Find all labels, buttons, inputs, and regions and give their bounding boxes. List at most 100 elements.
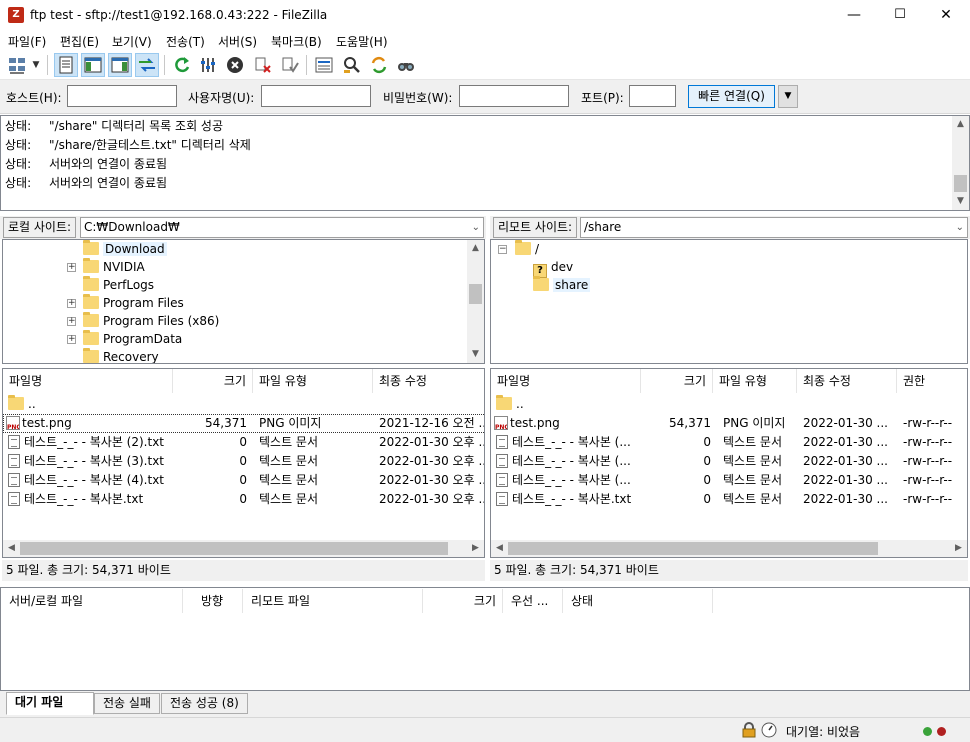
chevron-down-icon[interactable]: ⌄ (472, 218, 480, 237)
tree-item-recovery[interactable]: Recovery (83, 348, 159, 363)
png-file-icon: PNG (6, 416, 20, 430)
menu-help[interactable]: 도움말(H) (336, 33, 388, 50)
tree-item-download[interactable]: Download (83, 240, 167, 258)
scroll-down-icon[interactable]: ▼ (952, 193, 969, 210)
site-manager-icon[interactable] (5, 53, 29, 77)
port-label: 포트(P): (581, 91, 624, 105)
remote-path-combo[interactable]: /share ⌄ (580, 217, 968, 238)
filter-settings-icon[interactable] (196, 53, 220, 77)
queue-column-status[interactable]: 상태 (563, 589, 713, 613)
queue-column-local-file[interactable]: 서버/로컬 파일 (1, 589, 183, 613)
search-remote-files-icon[interactable] (394, 53, 418, 77)
scroll-right-icon[interactable]: ▶ (467, 540, 484, 557)
chevron-down-icon[interactable]: ⌄ (956, 218, 964, 237)
menu-bookmarks[interactable]: 북마크(B) (271, 33, 322, 50)
scroll-up-icon[interactable]: ▲ (952, 116, 969, 133)
menu-file[interactable]: 파일(F) (8, 33, 46, 50)
local-list-hscrollbar[interactable]: ◀ ▶ (3, 540, 484, 557)
file-row-parent[interactable]: .. (491, 395, 967, 414)
tree-item-share[interactable]: share (533, 276, 591, 294)
expand-icon[interactable]: + (67, 299, 76, 308)
local-tree-scrollbar[interactable]: ▲ ▼ (467, 240, 484, 363)
directory-listing-filters-icon[interactable] (312, 53, 336, 77)
remote-tree-toggle-icon[interactable] (108, 53, 132, 77)
speed-limit-icon[interactable] (761, 722, 777, 738)
remote-status-line: 5 파일. 총 크기: 54,371 바이트 (490, 560, 968, 581)
file-row-parent[interactable]: .. (3, 395, 484, 414)
scroll-right-icon[interactable]: ▶ (950, 540, 967, 557)
file-row[interactable]: 테스트_-_- - 복사본.txt 0 텍스트 문서 2022-01-30 ..… (491, 490, 967, 509)
toggle-directory-comparison-icon[interactable] (340, 53, 364, 77)
file-row[interactable]: 테스트_-_- - 복사본 (4).txt 0 텍스트 문서 2022-01-3… (3, 471, 484, 490)
minimize-button[interactable]: — (831, 0, 877, 30)
scroll-down-icon[interactable]: ▼ (467, 346, 484, 363)
close-button[interactable]: ✕ (923, 0, 969, 30)
tree-item-nvidia[interactable]: NVIDIA (83, 258, 145, 276)
file-row[interactable]: 테스트_-_- - 복사본 (... 0 텍스트 문서 2022-01-30 .… (491, 452, 967, 471)
site-manager-dropdown-icon[interactable]: ▼ (29, 53, 43, 77)
scroll-thumb[interactable] (20, 542, 448, 555)
reconnect-icon[interactable] (278, 53, 302, 77)
expand-icon[interactable]: + (67, 263, 76, 272)
quickconnect-button[interactable]: 빠른 연결(Q) (688, 85, 775, 108)
remote-list-hscrollbar[interactable]: ◀ ▶ (491, 540, 967, 557)
log-scrollbar[interactable]: ▲ ▼ (952, 116, 969, 210)
menu-server[interactable]: 서버(S) (218, 33, 257, 50)
queue-column-size[interactable]: 크기 (423, 589, 503, 613)
file-row[interactable]: PNGtest.png 54,371 PNG 이미지 2021-12-16 오전… (3, 414, 484, 433)
password-input[interactable] (459, 85, 569, 107)
file-row[interactable]: 테스트_-_- - 복사본.txt 0 텍스트 문서 2022-01-30 오후… (3, 490, 484, 509)
local-path-combo[interactable]: C:₩Download₩ ⌄ (80, 217, 484, 238)
maximize-button[interactable]: ☐ (877, 0, 923, 30)
expand-icon[interactable]: + (67, 335, 76, 344)
column-header-type[interactable]: 파일 유형 (713, 369, 797, 393)
collapse-icon[interactable]: − (498, 245, 507, 254)
scroll-up-icon[interactable]: ▲ (467, 240, 484, 257)
refresh-icon[interactable] (170, 53, 194, 77)
local-tree-toggle-icon[interactable] (81, 53, 105, 77)
scroll-left-icon[interactable]: ◀ (3, 540, 20, 557)
file-row[interactable]: PNGtest.png 54,371 PNG 이미지 2022-01-30 ..… (491, 414, 967, 433)
scroll-thumb[interactable] (508, 542, 878, 555)
port-input[interactable] (629, 85, 676, 107)
file-row[interactable]: 테스트_-_- - 복사본 (... 0 텍스트 문서 2022-01-30 .… (491, 433, 967, 452)
username-input[interactable] (261, 85, 371, 107)
column-header-size[interactable]: 크기 (641, 369, 713, 393)
column-header-modified[interactable]: 최종 수정 (373, 369, 484, 393)
tab-queued-files[interactable]: 대기 파일 (6, 692, 94, 715)
tree-item-perflogs[interactable]: PerfLogs (83, 276, 154, 294)
tree-item-root[interactable]: / (515, 240, 539, 258)
queue-column-remote-file[interactable]: 리모트 파일 (243, 589, 423, 613)
tree-item-programdata[interactable]: ProgramData (83, 330, 182, 348)
file-row[interactable]: 테스트_-_- - 복사본 (2).txt 0 텍스트 문서 2022-01-3… (3, 433, 484, 452)
expand-icon[interactable]: + (67, 317, 76, 326)
cancel-operation-icon[interactable] (223, 53, 247, 77)
tree-item-program-files-x86[interactable]: Program Files (x86) (83, 312, 219, 330)
column-header-modified[interactable]: 최종 수정 (797, 369, 897, 393)
scroll-left-icon[interactable]: ◀ (491, 540, 508, 557)
column-header-filename[interactable]: 파일명 (491, 369, 641, 393)
host-input[interactable] (67, 85, 177, 107)
file-row[interactable]: 테스트_-_- - 복사본 (3).txt 0 텍스트 문서 2022-01-3… (3, 452, 484, 471)
tab-successful-transfers[interactable]: 전송 성공 (8) (161, 693, 248, 714)
synchronized-browsing-icon[interactable] (367, 53, 391, 77)
quickconnect-dropdown-icon[interactable]: ▼ (778, 85, 798, 108)
column-header-filename[interactable]: 파일명 (3, 369, 173, 393)
queue-column-direction[interactable]: 방향 (183, 589, 243, 613)
queue-column-priority[interactable]: 우선 ... (503, 589, 563, 613)
menu-view[interactable]: 보기(V) (112, 33, 152, 50)
menu-transfer[interactable]: 전송(T) (166, 33, 205, 50)
scroll-thumb[interactable] (954, 175, 967, 192)
column-header-type[interactable]: 파일 유형 (253, 369, 373, 393)
column-header-size[interactable]: 크기 (173, 369, 253, 393)
transfer-queue-toggle-icon[interactable] (135, 53, 159, 77)
file-row[interactable]: 테스트_-_- - 복사본 (... 0 텍스트 문서 2022-01-30 .… (491, 471, 967, 490)
tab-failed-transfers[interactable]: 전송 실패 (94, 693, 160, 714)
tree-item-dev[interactable]: ? dev (533, 258, 573, 278)
message-log-toggle-icon[interactable] (54, 53, 78, 77)
scroll-thumb[interactable] (469, 284, 482, 304)
disconnect-icon[interactable] (251, 53, 275, 77)
tree-item-program-files[interactable]: Program Files (83, 294, 184, 312)
column-header-permissions[interactable]: 권한 (897, 369, 967, 393)
menu-edit[interactable]: 편집(E) (60, 33, 99, 50)
